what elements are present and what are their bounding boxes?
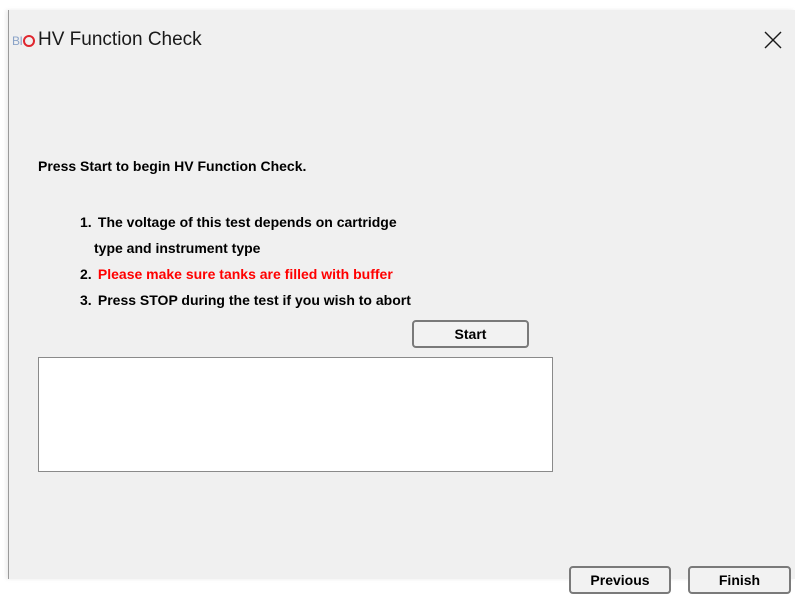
previous-button[interactable]: Previous: [569, 566, 671, 594]
dialog-content: Press Start to begin HV Function Check. …: [9, 68, 795, 594]
app-logo-icon: BI: [12, 32, 36, 50]
step-text-2: Please make sure tanks are filled with b…: [97, 266, 393, 282]
app-logo-text: BI: [12, 34, 23, 48]
intro-text: Press Start to begin HV Function Check.: [38, 158, 307, 174]
close-icon: [764, 31, 782, 49]
step-number-3: 3.: [80, 292, 92, 308]
step-item-2: 2. Please make sure tanks are filled wit…: [80, 261, 411, 287]
step-text-1: The voltage of this test depends on cart…: [97, 214, 397, 230]
step-text-3: Press STOP during the test if you wish t…: [97, 292, 411, 308]
step-number-2: 2.: [80, 266, 92, 282]
hv-function-check-dialog: BI HV Function Check Press Start to begi…: [8, 10, 795, 594]
step-number-1: 1.: [80, 214, 92, 230]
app-logo-ring: [23, 35, 36, 47]
steps-list: 1. The voltage of this test depends on c…: [80, 209, 411, 313]
start-button[interactable]: Start: [412, 320, 529, 348]
step-item-3: 3. Press STOP during the test if you wis…: [80, 287, 411, 313]
output-log-box[interactable]: [38, 357, 553, 472]
step-item-1: 1. The voltage of this test depends on c…: [80, 209, 411, 261]
close-button[interactable]: [750, 22, 795, 58]
finish-button[interactable]: Finish: [688, 566, 791, 594]
step-text-1-continuation: type and instrument type: [94, 240, 261, 256]
title-bar[interactable]: BI HV Function Check: [9, 10, 795, 68]
window-title: HV Function Check: [38, 29, 202, 50]
